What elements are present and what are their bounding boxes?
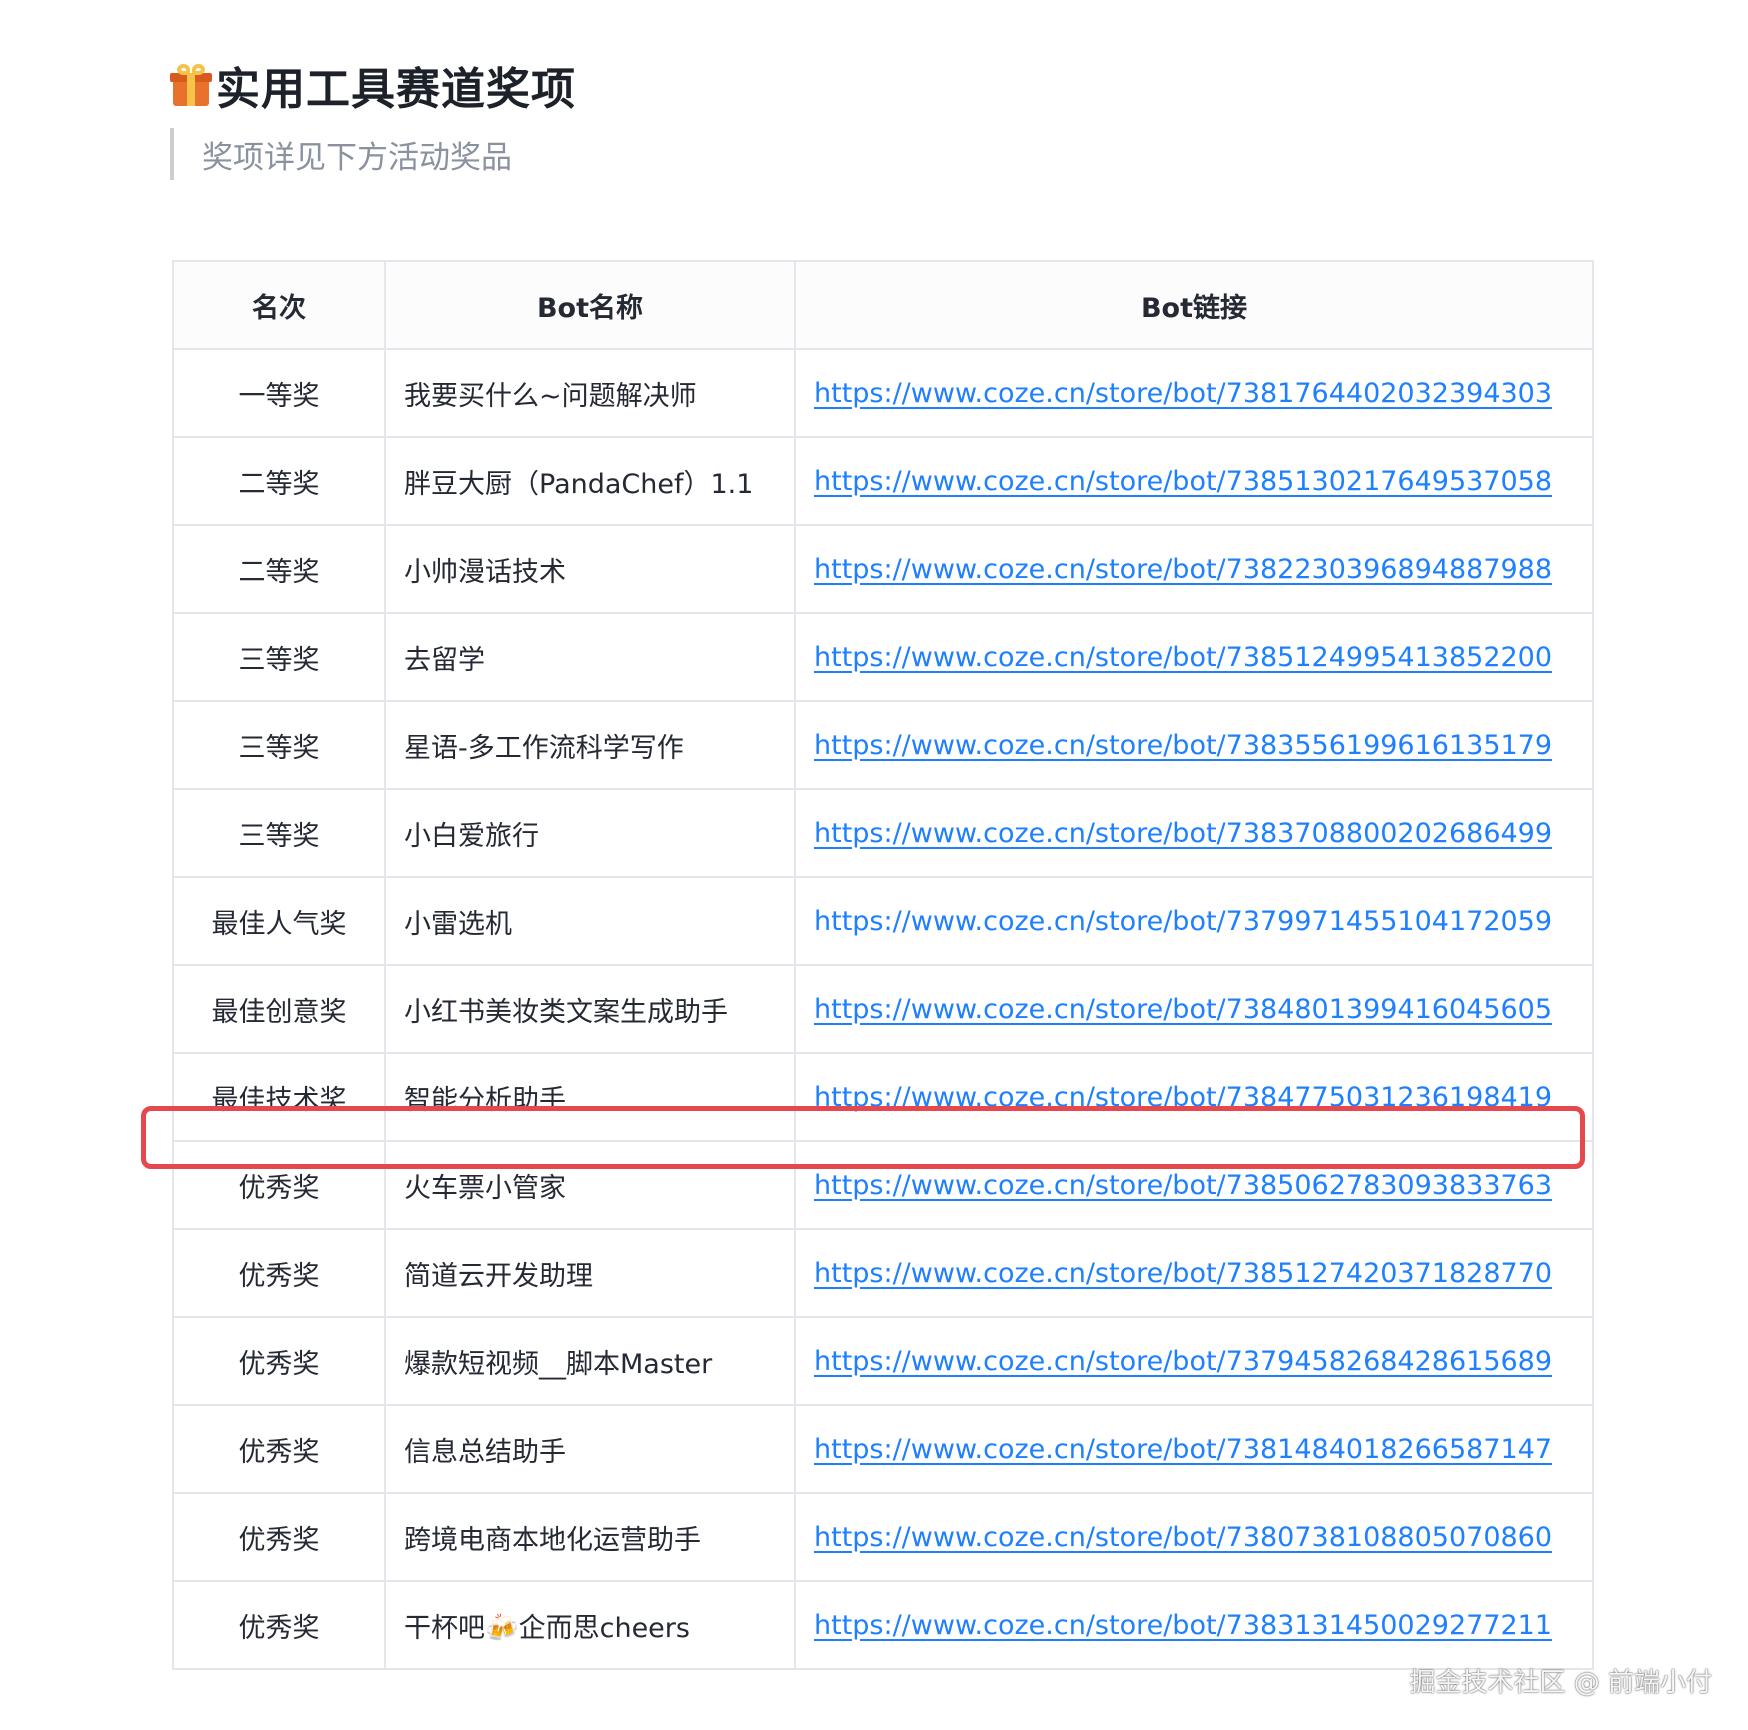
cell-rank: 一等奖: [172, 348, 386, 438]
cell-bot-link: https://www.coze.cn/store/bot/7385062783…: [794, 1140, 1594, 1230]
bot-link[interactable]: https://www.coze.cn/store/bot/7381484018…: [814, 1434, 1552, 1465]
bot-link[interactable]: https://www.coze.cn/store/bot/7383131450…: [814, 1610, 1552, 1641]
cell-bot-name: 智能分析助手: [384, 1052, 796, 1142]
section-heading: 实用工具赛道奖项: [170, 52, 576, 118]
cell-rank: 最佳技术奖: [172, 1052, 386, 1142]
cell-bot-link: https://www.coze.cn/store/bot/7385130217…: [794, 436, 1594, 526]
table-row: 二等奖 小帅漫话技术 https://www.coze.cn/store/bot/7…: [172, 524, 1594, 614]
watermark: 掘金技术社区 @ 前端小付: [1409, 1668, 1712, 1698]
table-row: 最佳创意奖 小红书美妆类文案生成助手 https://www.coze.cn/sto…: [172, 964, 1594, 1054]
cell-rank: 三等奖: [172, 788, 386, 878]
bot-link[interactable]: https://www.coze.cn/store/bot/7379458268…: [814, 1346, 1552, 1377]
gift-icon: [170, 64, 212, 106]
cell-bot-link: https://www.coze.cn/store/bot/7382230396…: [794, 524, 1594, 614]
bot-link[interactable]: https://www.coze.cn/store/bot/7385124995…: [814, 642, 1552, 673]
table-row: 一等奖 我要买什么~问题解决师 https://www.coze.cn/store/…: [172, 348, 1594, 438]
section-note: 奖项详见下方活动奖品: [170, 128, 512, 180]
bot-link[interactable]: https://www.coze.cn/store/bot/7384801399…: [814, 994, 1552, 1025]
column-header-rank: 名次: [172, 260, 386, 350]
cell-bot-link: https://www.coze.cn/store/bot/7380738108…: [794, 1492, 1594, 1582]
table-row: 三等奖 去留学 https://www.coze.cn/store/bot/7385…: [172, 612, 1594, 702]
column-header-bot-link: Bot链接: [794, 260, 1594, 350]
table-row-highlighted: 最佳技术奖 智能分析助手 https://www.coze.cn/store/bot…: [172, 1052, 1594, 1142]
cell-bot-link: https://www.coze.cn/store/bot/7381484018…: [794, 1404, 1594, 1494]
table-row: 优秀奖 火车票小管家 https://www.coze.cn/store/bot/7…: [172, 1140, 1594, 1230]
cell-bot-name: 去留学: [384, 612, 796, 702]
cell-bot-name: 胖豆大厨（PandaChef）1.1: [384, 436, 796, 526]
cell-rank: 三等奖: [172, 612, 386, 702]
table-body: 一等奖 我要买什么~问题解决师 https://www.coze.cn/store/…: [172, 348, 1594, 1670]
bot-link[interactable]: https://www.coze.cn/store/bot/7379971455…: [814, 906, 1552, 937]
bot-link[interactable]: https://www.coze.cn/store/bot/7385130217…: [814, 466, 1552, 497]
cell-bot-name: 干杯吧🍻企而思cheers: [384, 1580, 796, 1670]
bot-link[interactable]: https://www.coze.cn/store/bot/7382230396…: [814, 554, 1552, 585]
cell-rank: 优秀奖: [172, 1492, 386, 1582]
bot-link[interactable]: https://www.coze.cn/store/bot/7385127420…: [814, 1258, 1552, 1289]
table-row: 最佳人气奖 小雷选机 https://www.coze.cn/store/bot/7…: [172, 876, 1594, 966]
bot-link[interactable]: https://www.coze.cn/store/bot/7383556199…: [814, 730, 1552, 761]
table-header-row: 名次 Bot名称 Bot链接: [172, 260, 1594, 350]
cell-rank: 优秀奖: [172, 1140, 386, 1230]
cell-rank: 优秀奖: [172, 1404, 386, 1494]
table-row: 三等奖 小白爱旅行 https://www.coze.cn/store/bot/73…: [172, 788, 1594, 878]
table-row: 优秀奖 简道云开发助理 https://www.coze.cn/store/bot/…: [172, 1228, 1594, 1318]
cell-bot-link: https://www.coze.cn/store/bot/7384801399…: [794, 964, 1594, 1054]
cell-bot-name: 火车票小管家: [384, 1140, 796, 1230]
cell-rank: 优秀奖: [172, 1228, 386, 1318]
cell-bot-link: https://www.coze.cn/store/bot/7384775031…: [794, 1052, 1594, 1142]
table-row: 优秀奖 信息总结助手 https://www.coze.cn/store/bot/7…: [172, 1404, 1594, 1494]
cell-rank: 三等奖: [172, 700, 386, 790]
cell-rank: 最佳创意奖: [172, 964, 386, 1054]
cell-rank: 优秀奖: [172, 1580, 386, 1670]
table-row: 三等奖 星语-多工作流科学写作 https://www.coze.cn/store/…: [172, 700, 1594, 790]
cell-bot-link: https://www.coze.cn/store/bot/7379458268…: [794, 1316, 1594, 1406]
table-row: 优秀奖 干杯吧🍻企而思cheers https://www.coze.cn/stor…: [172, 1580, 1594, 1670]
awards-table: 名次 Bot名称 Bot链接 一等奖 我要买什么~问题解决师 https://www…: [172, 260, 1594, 1670]
cell-bot-link: https://www.coze.cn/store/bot/7379971455…: [794, 876, 1594, 966]
cell-bot-name: 小雷选机: [384, 876, 796, 966]
cell-bot-name: 简道云开发助理: [384, 1228, 796, 1318]
cell-bot-name: 小帅漫话技术: [384, 524, 796, 614]
bot-link[interactable]: https://www.coze.cn/store/bot/7380738108…: [814, 1522, 1552, 1553]
cell-bot-name: 小白爱旅行: [384, 788, 796, 878]
cell-rank: 二等奖: [172, 524, 386, 614]
cell-bot-name: 信息总结助手: [384, 1404, 796, 1494]
cell-rank: 二等奖: [172, 436, 386, 526]
table-row: 二等奖 胖豆大厨（PandaChef）1.1 https://www.coze.cn…: [172, 436, 1594, 526]
cell-bot-name: 星语-多工作流科学写作: [384, 700, 796, 790]
cell-bot-link: https://www.coze.cn/store/bot/7383556199…: [794, 700, 1594, 790]
cell-bot-link: https://www.coze.cn/store/bot/7385127420…: [794, 1228, 1594, 1318]
cell-rank: 优秀奖: [172, 1316, 386, 1406]
bot-link[interactable]: https://www.coze.cn/store/bot/7385062783…: [814, 1170, 1552, 1201]
cell-rank: 最佳人气奖: [172, 876, 386, 966]
section-note-text: 奖项详见下方活动奖品: [202, 139, 512, 176]
column-header-bot-name: Bot名称: [384, 260, 796, 350]
cell-bot-link: https://www.coze.cn/store/bot/7381764402…: [794, 348, 1594, 438]
cell-bot-name: 跨境电商本地化运营助手: [384, 1492, 796, 1582]
cell-bot-name: 我要买什么~问题解决师: [384, 348, 796, 438]
table-row: 优秀奖 爆款短视频__脚本Master https://www.coze.cn/st…: [172, 1316, 1594, 1406]
bot-link[interactable]: https://www.coze.cn/store/bot/7381764402…: [814, 378, 1552, 409]
cell-bot-link: https://www.coze.cn/store/bot/7385124995…: [794, 612, 1594, 702]
cell-bot-name: 小红书美妆类文案生成助手: [384, 964, 796, 1054]
cell-bot-name: 爆款短视频__脚本Master: [384, 1316, 796, 1406]
cell-bot-link: https://www.coze.cn/store/bot/7383708800…: [794, 788, 1594, 878]
cell-bot-link: https://www.coze.cn/store/bot/7383131450…: [794, 1580, 1594, 1670]
bot-link[interactable]: https://www.coze.cn/store/bot/7384775031…: [814, 1082, 1552, 1113]
section-title: 实用工具赛道奖项: [216, 64, 576, 115]
bot-link[interactable]: https://www.coze.cn/store/bot/7383708800…: [814, 818, 1552, 849]
table-row: 优秀奖 跨境电商本地化运营助手 https://www.coze.cn/store/…: [172, 1492, 1594, 1582]
